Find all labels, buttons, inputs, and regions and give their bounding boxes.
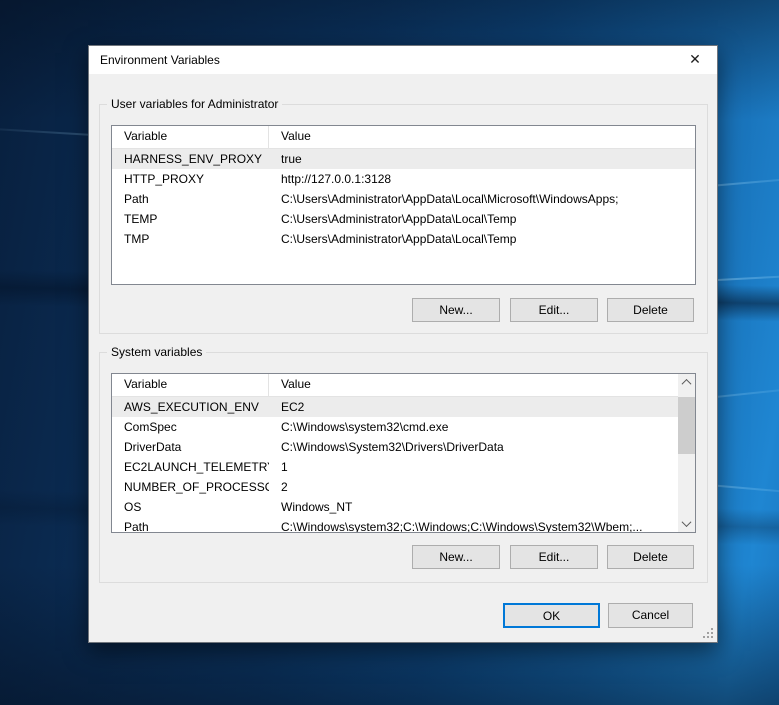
- variable-cell: Path: [112, 517, 269, 532]
- table-body: AWS_EXECUTION_ENV EC2 ComSpec C:\Windows…: [112, 397, 678, 532]
- table-row[interactable]: Path C:\Windows\system32;C:\Windows;C:\W…: [112, 517, 678, 532]
- system-new-button[interactable]: New...: [412, 545, 500, 569]
- cancel-button[interactable]: Cancel: [608, 603, 693, 628]
- table-row[interactable]: TEMP C:\Users\Administrator\AppData\Loca…: [112, 209, 695, 229]
- table-row[interactable]: NUMBER_OF_PROCESSORS 2: [112, 477, 678, 497]
- column-header-variable[interactable]: Variable: [112, 126, 269, 148]
- environment-variables-dialog: Environment Variables ✕ User variables f…: [88, 45, 718, 643]
- user-edit-button[interactable]: Edit...: [510, 298, 598, 322]
- variable-cell: HARNESS_ENV_PROXY: [112, 149, 269, 169]
- system-variables-table[interactable]: Variable Value AWS_EXECUTION_ENV EC2 Com…: [111, 373, 696, 533]
- user-new-button[interactable]: New...: [412, 298, 500, 322]
- value-cell: C:\Users\Administrator\AppData\Local\Tem…: [269, 209, 695, 229]
- value-cell: C:\Windows\system32\cmd.exe: [269, 417, 678, 437]
- system-variables-group-label: System variables: [107, 345, 206, 360]
- scroll-up-button[interactable]: [678, 374, 695, 391]
- table-row[interactable]: OS Windows_NT: [112, 497, 678, 517]
- variable-cell: AWS_EXECUTION_ENV: [112, 397, 269, 417]
- ok-button[interactable]: OK: [503, 603, 600, 628]
- table-header: Variable Value: [112, 374, 678, 397]
- column-header-value[interactable]: Value: [269, 374, 678, 396]
- value-cell: 2: [269, 477, 678, 497]
- value-cell: Windows_NT: [269, 497, 678, 517]
- variable-cell: NUMBER_OF_PROCESSORS: [112, 477, 269, 497]
- table-header: Variable Value: [112, 126, 695, 149]
- resize-grip-icon[interactable]: [703, 628, 714, 639]
- variable-cell: TEMP: [112, 209, 269, 229]
- table-row[interactable]: EC2LAUNCH_TELEMETRY 1: [112, 457, 678, 477]
- table-body: HARNESS_ENV_PROXY true HTTP_PROXY http:/…: [112, 149, 695, 249]
- value-cell: 1: [269, 457, 678, 477]
- variable-cell: OS: [112, 497, 269, 517]
- table-row[interactable]: DriverData C:\Windows\System32\Drivers\D…: [112, 437, 678, 457]
- variable-cell: DriverData: [112, 437, 269, 457]
- table-row[interactable]: AWS_EXECUTION_ENV EC2: [112, 397, 678, 417]
- table-row[interactable]: Path C:\Users\Administrator\AppData\Loca…: [112, 189, 695, 209]
- table-row[interactable]: TMP C:\Users\Administrator\AppData\Local…: [112, 229, 695, 249]
- dialog-title: Environment Variables: [100, 46, 220, 74]
- table-row[interactable]: HARNESS_ENV_PROXY true: [112, 149, 695, 169]
- column-header-variable[interactable]: Variable: [112, 374, 269, 396]
- value-cell: C:\Users\Administrator\AppData\Local\Mic…: [269, 189, 695, 209]
- scrollbar-thumb[interactable]: [678, 397, 695, 454]
- system-delete-button[interactable]: Delete: [607, 545, 694, 569]
- value-cell: C:\Windows\system32;C:\Windows;C:\Window…: [269, 517, 678, 532]
- value-cell: http://127.0.0.1:3128: [269, 169, 695, 189]
- variable-cell: ComSpec: [112, 417, 269, 437]
- variable-cell: TMP: [112, 229, 269, 249]
- system-edit-button[interactable]: Edit...: [510, 545, 598, 569]
- vertical-scrollbar[interactable]: [678, 374, 695, 532]
- variable-cell: Path: [112, 189, 269, 209]
- title-bar[interactable]: Environment Variables ✕: [89, 46, 717, 74]
- value-cell: true: [269, 149, 695, 169]
- user-variables-group-label: User variables for Administrator: [107, 97, 282, 112]
- user-delete-button[interactable]: Delete: [607, 298, 694, 322]
- table-row[interactable]: HTTP_PROXY http://127.0.0.1:3128: [112, 169, 695, 189]
- chevron-up-icon: [682, 379, 692, 389]
- user-variables-table[interactable]: Variable Value HARNESS_ENV_PROXY true HT…: [111, 125, 696, 285]
- scroll-down-button[interactable]: [678, 515, 695, 532]
- variable-cell: EC2LAUNCH_TELEMETRY: [112, 457, 269, 477]
- table-row[interactable]: ComSpec C:\Windows\system32\cmd.exe: [112, 417, 678, 437]
- value-cell: C:\Windows\System32\Drivers\DriverData: [269, 437, 678, 457]
- variable-cell: HTTP_PROXY: [112, 169, 269, 189]
- close-icon[interactable]: ✕: [673, 46, 717, 74]
- chevron-down-icon: [682, 517, 692, 527]
- column-header-value[interactable]: Value: [269, 126, 695, 148]
- value-cell: EC2: [269, 397, 678, 417]
- value-cell: C:\Users\Administrator\AppData\Local\Tem…: [269, 229, 695, 249]
